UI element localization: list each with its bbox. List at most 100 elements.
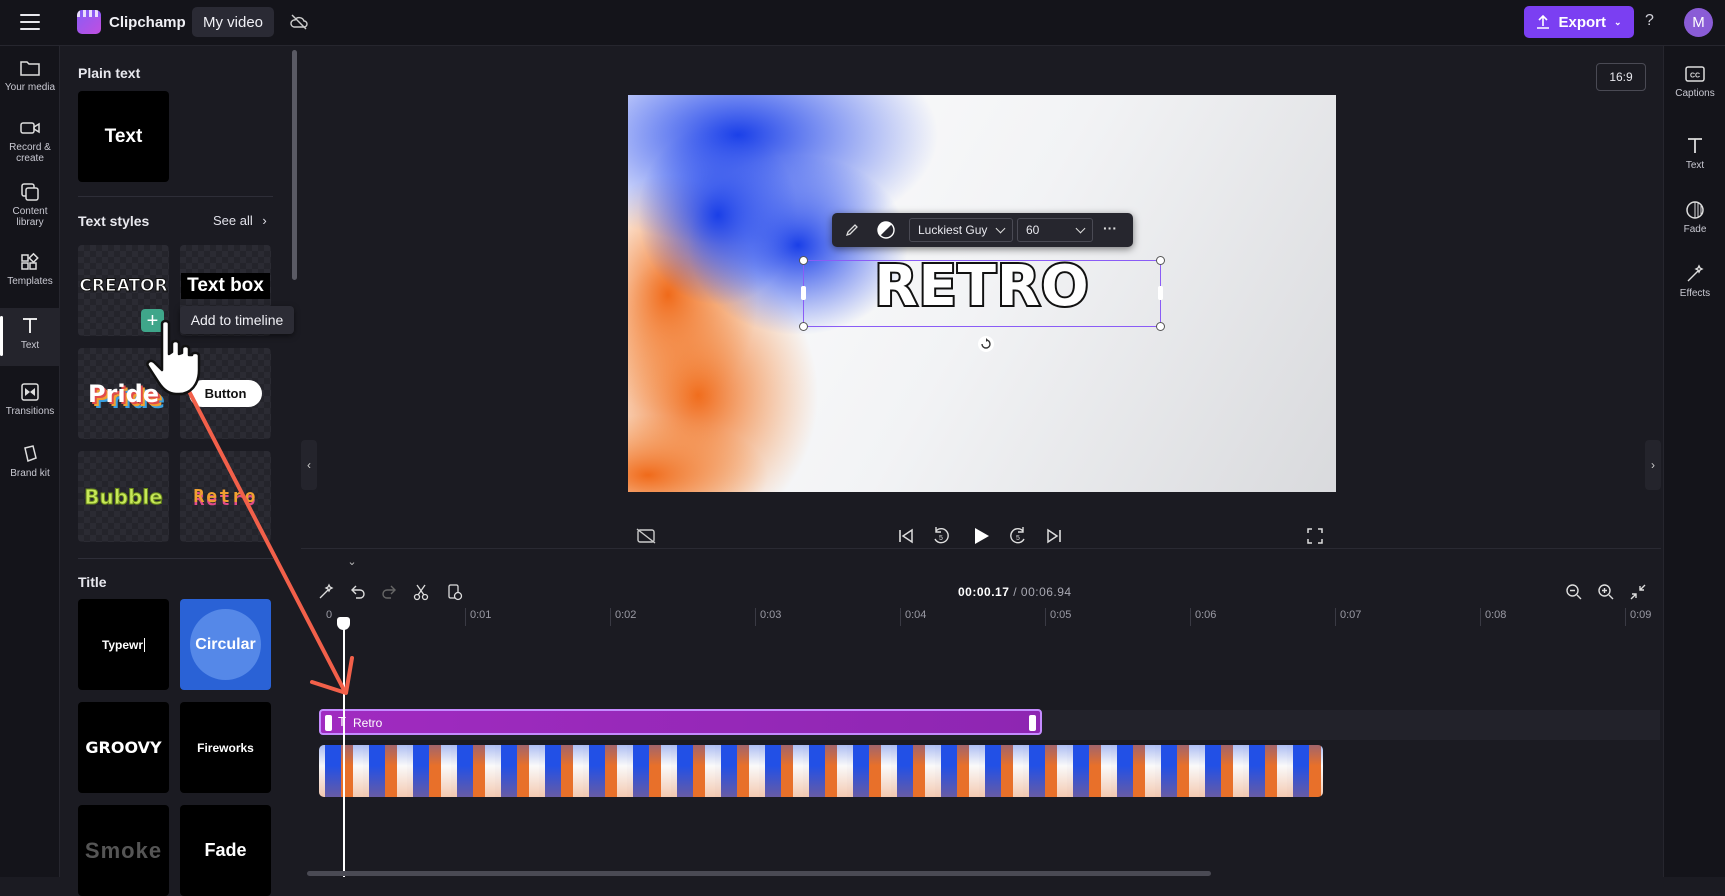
magic-wand-icon[interactable] [317,583,335,601]
rotate-icon[interactable] [977,335,995,353]
fit-to-screen-icon[interactable] [1629,583,1647,601]
screen-capture-off-icon[interactable] [635,527,657,545]
font-size-select[interactable]: 60 [1017,218,1093,242]
collapse-left-panel-button[interactable]: ‹ [301,440,317,490]
rail-item-content-library[interactable]: Content library [0,182,60,228]
total-time: 00:06.94 [1020,585,1072,599]
title-tile-fade[interactable]: Fade [180,805,271,896]
plain-text-tile-label: Text [104,125,143,147]
style-tile-pride[interactable]: Pride [78,348,169,439]
resize-handle[interactable] [1156,256,1165,265]
effects-icon [1687,264,1704,282]
title-tile-typewriter[interactable]: Typewr [78,599,169,690]
svg-text:5: 5 [1016,535,1020,542]
add-to-timeline-button[interactable]: + [141,309,164,332]
plain-text-tile[interactable]: Text [78,91,169,182]
style-tile-button[interactable]: Button [180,348,271,439]
title-tile-groovy[interactable]: GROOVY [78,702,169,793]
rail-item-transitions[interactable]: Transitions [0,382,60,417]
pencil-icon[interactable] [844,222,860,238]
divider [78,196,273,197]
title-tile-smoke[interactable]: Smoke [78,805,169,896]
scissors-icon[interactable] [412,583,430,601]
play-icon[interactable] [970,525,992,547]
chevron-right-icon: › [262,213,267,228]
title-tile-label: Circular [195,635,256,653]
collapse-right-panel-button[interactable]: › [1645,440,1661,490]
ruler-tick: 0:07 [1335,608,1361,626]
text-icon [1688,138,1702,153]
rail-item-effects[interactable]: Effects [1664,264,1725,299]
chevron-down-icon: ⌄ [1613,16,1622,27]
timeline-collapse-icon[interactable]: ⌄ [343,555,361,569]
undo-icon[interactable] [349,583,367,601]
avatar[interactable]: M [1684,8,1713,37]
resize-handle[interactable] [1156,322,1165,331]
help-icon[interactable]: ? [1645,12,1654,30]
rail-item-text-properties[interactable]: Text [1664,136,1725,171]
title-tile-circular[interactable]: Circular [180,599,271,690]
svg-text:5: 5 [939,535,943,542]
fullscreen-icon[interactable] [1306,527,1324,545]
text-icon [23,318,37,333]
transitions-icon [21,383,39,401]
rail-item-label: Your media [4,82,56,93]
resize-handle[interactable] [1158,286,1163,300]
text-selection-box[interactable] [799,256,1165,331]
rail-item-brand-kit[interactable]: Brand kit [0,444,60,479]
see-all-link[interactable]: See all › [213,213,267,228]
skip-to-end-icon[interactable] [1045,527,1063,545]
font-family-value: Luckiest Guy [918,223,988,237]
rewind-5-icon[interactable]: 5 [931,526,951,546]
resize-handle[interactable] [799,322,808,331]
library-icon [21,183,39,201]
zoom-out-icon[interactable] [1565,583,1583,601]
text-clip[interactable]: T Retro [319,709,1042,735]
color-contrast-icon[interactable] [877,221,895,239]
cloud-off-icon[interactable] [289,12,309,32]
rail-item-label: Record & create [9,142,51,164]
rail-item-fade[interactable]: Fade [1664,200,1725,235]
divider [78,558,273,559]
forward-5-icon[interactable]: 5 [1008,526,1028,546]
fade-icon [1686,201,1704,219]
resize-handle[interactable] [799,256,808,265]
playhead-handle[interactable] [337,617,350,630]
title-heading: Title [78,574,107,590]
panel-scrollbar[interactable] [292,50,297,280]
style-tile-retro[interactable]: Retro [180,451,271,542]
aspect-ratio-button[interactable]: 16:9 [1596,63,1646,91]
timeline-ruler[interactable]: 0 0:01 0:02 0:03 0:04 0:05 0:06 0:07 0:0… [301,608,1661,628]
title-tile-fireworks[interactable]: Fireworks [180,702,271,793]
font-family-select[interactable]: Luckiest Guy [909,218,1013,242]
zoom-in-icon[interactable] [1597,583,1615,601]
rail-item-label: Effects [1679,288,1711,299]
timeline-scrollbar[interactable] [307,871,1211,876]
clip-trim-handle-right[interactable] [1029,715,1036,731]
delete-clip-icon[interactable] [445,583,463,601]
ruler-tick: 0:01 [465,608,491,626]
rail-item-text[interactable]: Text [0,308,60,366]
playhead[interactable] [343,618,345,877]
export-button[interactable]: Export ⌄ [1524,6,1634,38]
style-tile-label: Bubble [84,484,164,509]
camera-icon [20,122,40,134]
video-clip[interactable] [319,745,1323,797]
left-rail: Your media Record & create Content libra… [0,46,60,877]
more-options-icon[interactable]: ··· [1103,220,1117,236]
style-tile-bubble[interactable]: Bubble [78,451,169,542]
rail-item-templates[interactable]: Templates [0,252,60,287]
redo-icon[interactable] [380,583,398,601]
font-size-value: 60 [1026,223,1040,237]
resize-handle[interactable] [801,286,806,300]
rail-item-your-media[interactable]: Your media [0,58,60,93]
skip-to-start-icon[interactable] [897,527,915,545]
style-tile-label: CREATOR [79,275,168,296]
ruler-tick: 0:09 [1625,608,1651,626]
menu-icon[interactable] [20,14,40,30]
project-name-button[interactable]: My video [192,7,274,37]
rail-item-record-create[interactable]: Record & create [0,118,60,164]
style-tile-label: Pride [87,379,160,408]
clip-trim-handle-left[interactable] [325,715,332,731]
rail-item-captions[interactable]: CC Captions [1664,64,1725,99]
